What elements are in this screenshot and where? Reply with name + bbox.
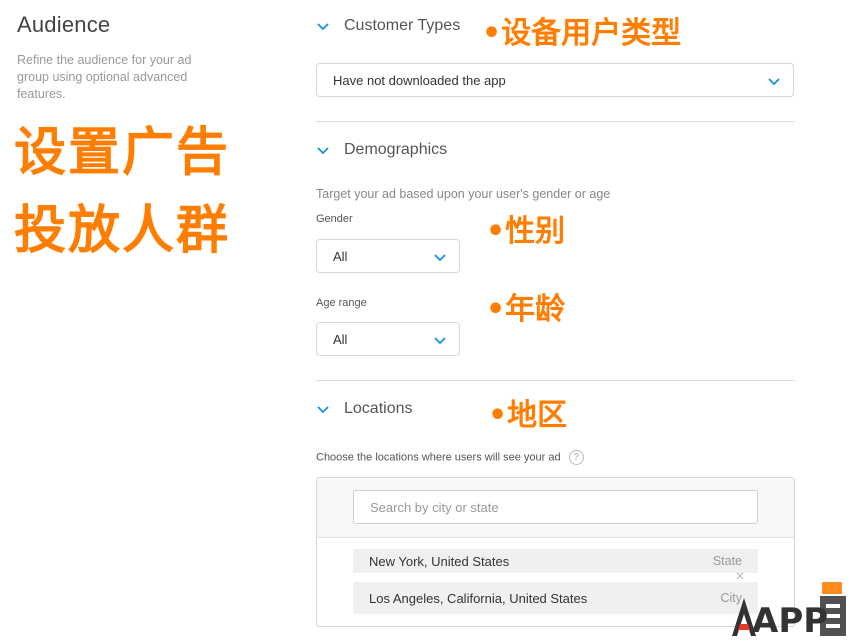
customer-types-selected: Have not downloaded the app: [333, 72, 506, 88]
chevron-down-icon: [317, 147, 329, 155]
demographics-hint: Target your ad based upon your user's ge…: [316, 187, 611, 201]
locations-title: Locations: [344, 400, 413, 417]
overlay-headline-line1: 设置广告: [14, 123, 231, 183]
location-name: Los Angeles, California, United States: [369, 590, 588, 606]
gender-select[interactable]: All: [316, 239, 460, 273]
locations-search-bar: [317, 478, 794, 538]
age-range-selected: All: [333, 331, 348, 347]
location-item: New York, United States State: [353, 549, 758, 573]
watermark-logo-graphic: APP: [732, 582, 846, 641]
sidebar-title: Audience: [17, 12, 111, 37]
customer-types-toggle[interactable]: Customer Types: [316, 17, 460, 35]
chevron-down-icon: [317, 23, 329, 31]
overlay-age-note: •年龄: [486, 292, 566, 327]
section-divider: [316, 380, 795, 381]
locations-hint: Choose the locations where users will se…: [316, 451, 561, 464]
customer-types-title: Customer Types: [344, 17, 461, 34]
demographics-title: Demographics: [344, 141, 448, 158]
chevron-down-icon: [317, 406, 329, 414]
overlay-gender-note: •性别: [486, 214, 566, 249]
section-divider: [316, 121, 795, 122]
locations-panel: New York, United States State × Los Ange…: [316, 477, 795, 627]
overlay-headline-line2: 投放人群: [14, 201, 231, 261]
location-type: State: [712, 554, 742, 568]
chevron-down-icon: [768, 78, 780, 86]
demographics-toggle[interactable]: Demographics: [316, 141, 447, 159]
location-item: Los Angeles, California, United States C…: [353, 582, 758, 614]
overlay-locations-note: •地区: [488, 398, 568, 433]
app-watermark-logo: APP: [730, 580, 850, 641]
customer-types-select[interactable]: Have not downloaded the app: [316, 63, 794, 97]
watermark-text: APP: [752, 601, 828, 638]
help-icon[interactable]: ?: [568, 450, 584, 465]
age-range-select[interactable]: All: [316, 322, 460, 356]
sidebar-description: Refine the audience for your ad group us…: [17, 53, 192, 101]
overlay-customer-types-note: •设备用户类型: [482, 16, 682, 51]
age-range-label: Age range: [316, 297, 367, 309]
gender-label: Gender: [316, 213, 353, 225]
location-name: New York, United States: [369, 553, 510, 569]
locations-hint-row: Choose the locations where users will se…: [316, 450, 584, 465]
locations-toggle[interactable]: Locations: [316, 400, 413, 418]
gender-selected: All: [333, 248, 348, 264]
chevron-down-icon: [434, 337, 446, 345]
chevron-down-icon: [434, 254, 446, 262]
location-search-input[interactable]: [353, 490, 758, 524]
